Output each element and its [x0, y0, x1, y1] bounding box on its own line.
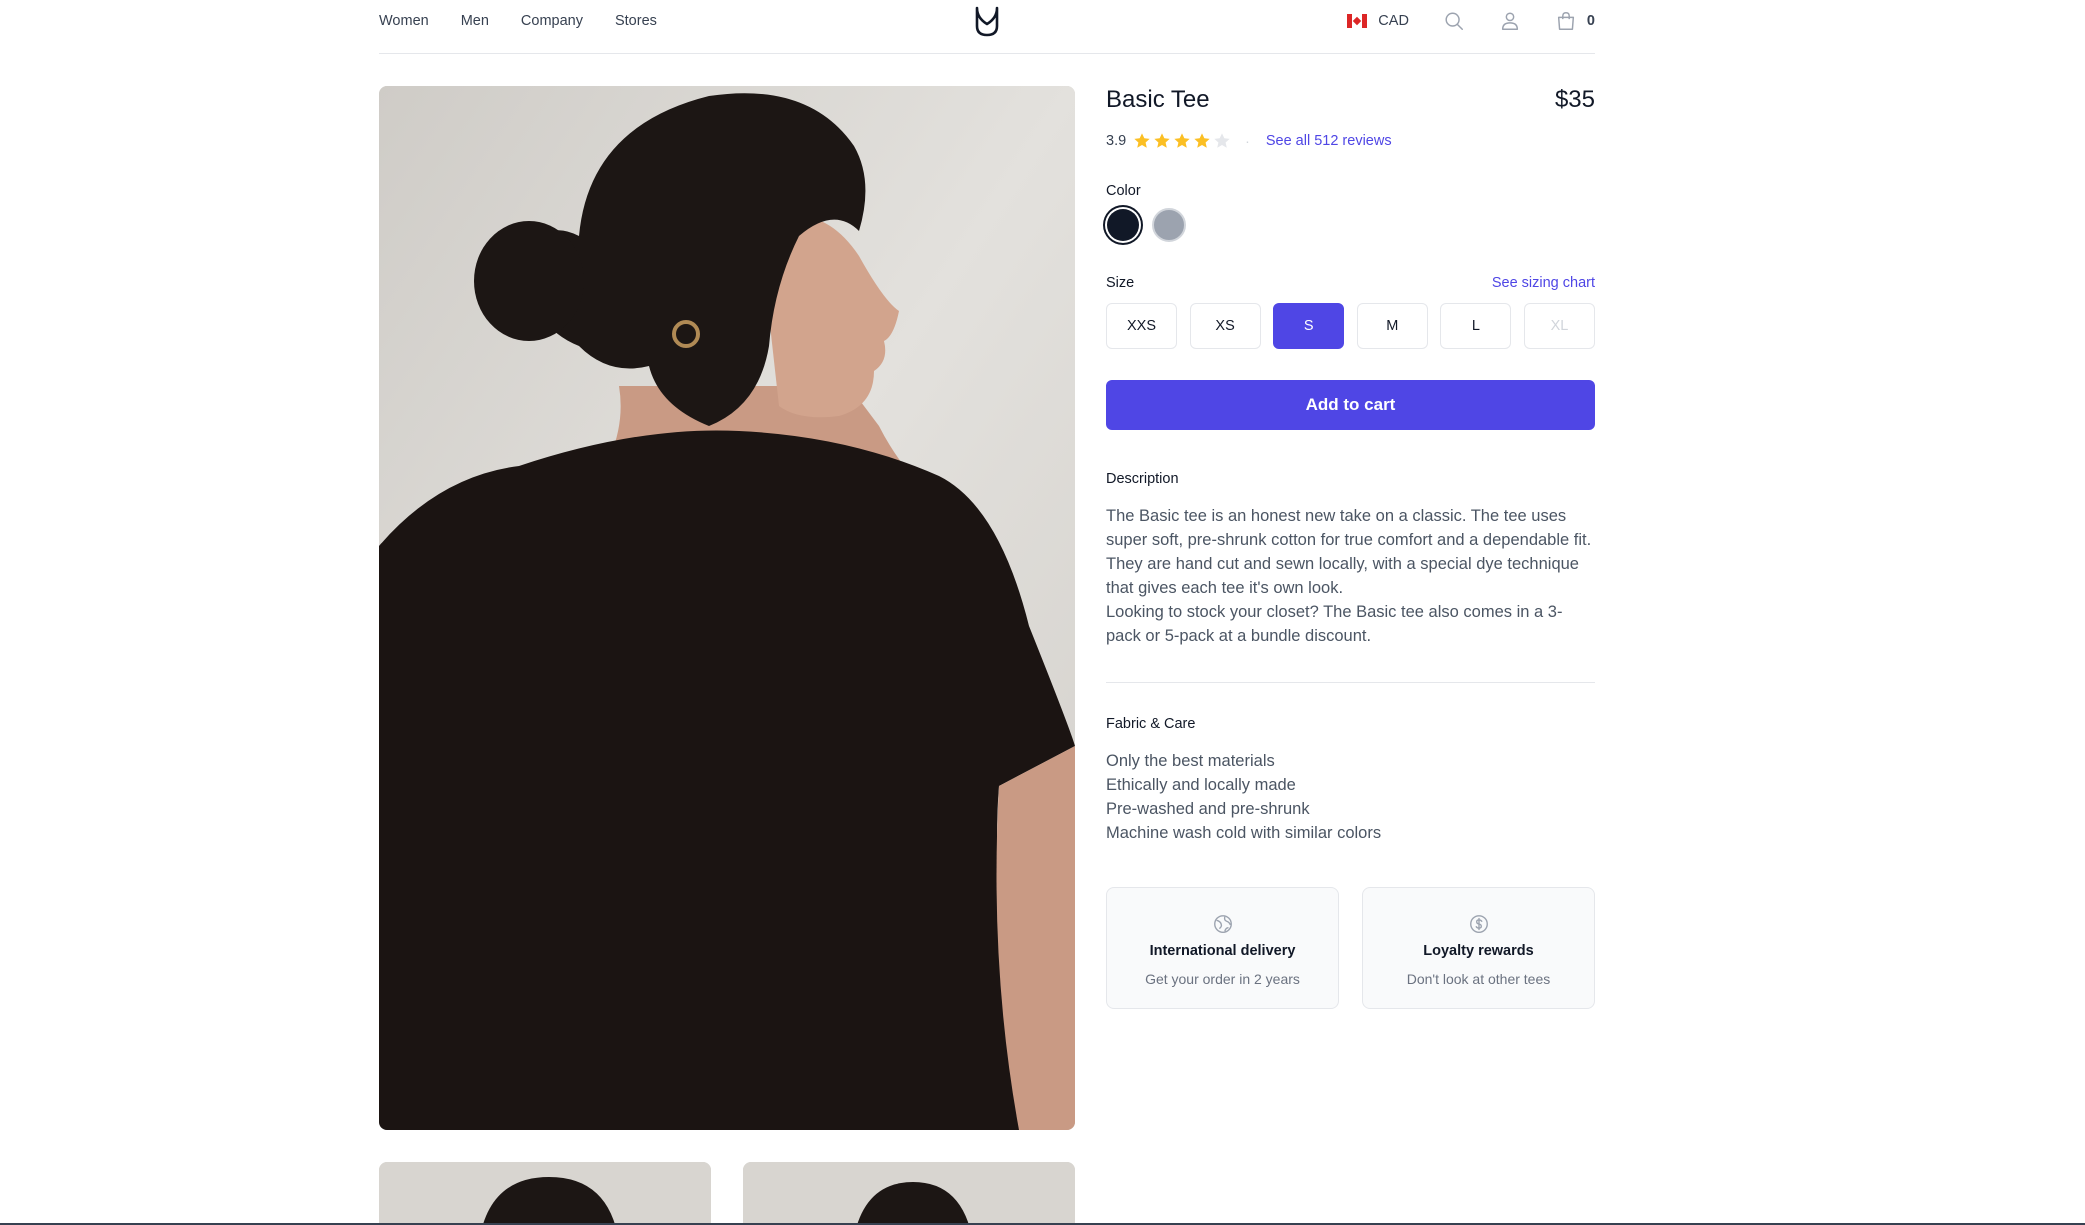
nav-stores[interactable]: Stores — [615, 13, 657, 29]
star-filled-icon — [1174, 133, 1190, 148]
size-label: Size — [1106, 275, 1135, 291]
description-heading: Description — [1106, 471, 1179, 487]
user-icon[interactable] — [1499, 10, 1521, 32]
star-filled-icon — [1194, 133, 1210, 148]
card-subtitle: Don't look at other tees — [1406, 971, 1551, 987]
product-main-image[interactable] — [379, 86, 1075, 1130]
list-item: Pre-washed and pre-shrunk — [1106, 800, 1310, 818]
fabric-care-heading: Fabric & Care — [1106, 716, 1196, 732]
thumbnail-photo — [379, 1162, 711, 1225]
size-option-m[interactable]: M — [1356, 303, 1428, 349]
reviews-link[interactable]: See all 512 reviews — [1266, 133, 1392, 149]
fabric-care-list: Only the best materials Ethically and lo… — [1106, 749, 1381, 845]
nav-women[interactable]: Women — [379, 13, 429, 29]
star-filled-icon — [1134, 133, 1150, 148]
size-option-xxs[interactable]: XXS — [1106, 303, 1177, 349]
nav-men[interactable]: Men — [461, 13, 489, 29]
color-label: Color — [1106, 183, 1141, 199]
logo-icon[interactable] — [974, 4, 1000, 38]
loyalty-rewards-card: Loyalty rewards Don't look at other tees — [1362, 887, 1595, 1009]
size-option-xs[interactable]: XS — [1189, 303, 1261, 349]
card-title: Loyalty rewards — [1423, 943, 1534, 959]
add-to-cart-button[interactable]: Add to cart — [1106, 380, 1595, 430]
size-option-s[interactable]: S — [1273, 303, 1345, 349]
card-subtitle: Get your order in 2 years — [1145, 971, 1300, 987]
list-item: Only the best materials — [1106, 752, 1275, 770]
search-icon[interactable] — [1443, 10, 1465, 32]
canada-flag-icon — [1347, 14, 1368, 28]
rating-value: 3.9 — [1106, 133, 1127, 149]
globe-icon — [1213, 915, 1232, 933]
separator-dot: · — [1245, 133, 1250, 149]
size-options: XXS XS S M L XL — [1106, 303, 1595, 349]
color-swatch-gray[interactable] — [1152, 208, 1186, 242]
color-swatch-navy[interactable] — [1107, 209, 1139, 241]
product-price: $35 — [1554, 86, 1595, 113]
star-empty-icon — [1214, 133, 1230, 148]
currency-selector[interactable]: CAD — [1347, 13, 1409, 29]
main-nav: Women Men Company Stores — [379, 0, 657, 42]
cart-count: 0 — [1586, 13, 1595, 29]
nav-company[interactable]: Company — [521, 13, 583, 29]
thumbnail-photo — [743, 1162, 1075, 1225]
site-header: Women Men Company Stores CAD 0 — [379, 0, 1595, 54]
description-paragraph: Looking to stock your closet? The Basic … — [1106, 603, 1563, 645]
star-filled-icon — [1154, 133, 1170, 148]
currency-label: CAD — [1378, 13, 1409, 29]
policy-cards: International delivery Get your order in… — [1106, 887, 1595, 1009]
product-thumbnail-1[interactable] — [379, 1162, 711, 1225]
shopping-bag-icon — [1557, 12, 1574, 30]
description-paragraph: The Basic tee is an honest new take on a… — [1106, 507, 1592, 597]
size-option-l[interactable]: L — [1440, 303, 1512, 349]
color-swatches — [1106, 208, 1186, 242]
sizing-chart-link[interactable]: See sizing chart — [1492, 275, 1595, 291]
list-item: Machine wash cold with similar colors — [1106, 824, 1382, 842]
cart-button[interactable]: 0 — [1555, 10, 1595, 32]
rating-row: 3.9 · See all 512 reviews — [1106, 128, 1392, 154]
rating-stars — [1133, 132, 1231, 150]
divider — [1106, 682, 1595, 683]
description-text: The Basic tee is an honest new take on a… — [1106, 504, 1595, 648]
card-title: International delivery — [1149, 943, 1296, 959]
list-item: Ethically and locally made — [1106, 776, 1296, 794]
header-actions: CAD 0 — [1347, 0, 1595, 42]
international-delivery-card: International delivery Get your order in… — [1106, 887, 1339, 1009]
product-title: Basic Tee — [1106, 86, 1210, 113]
currency-dollar-icon — [1469, 915, 1488, 933]
model-photo — [379, 86, 1075, 1130]
product-thumbnail-2[interactable] — [743, 1162, 1075, 1225]
size-option-xl: XL — [1523, 303, 1595, 349]
